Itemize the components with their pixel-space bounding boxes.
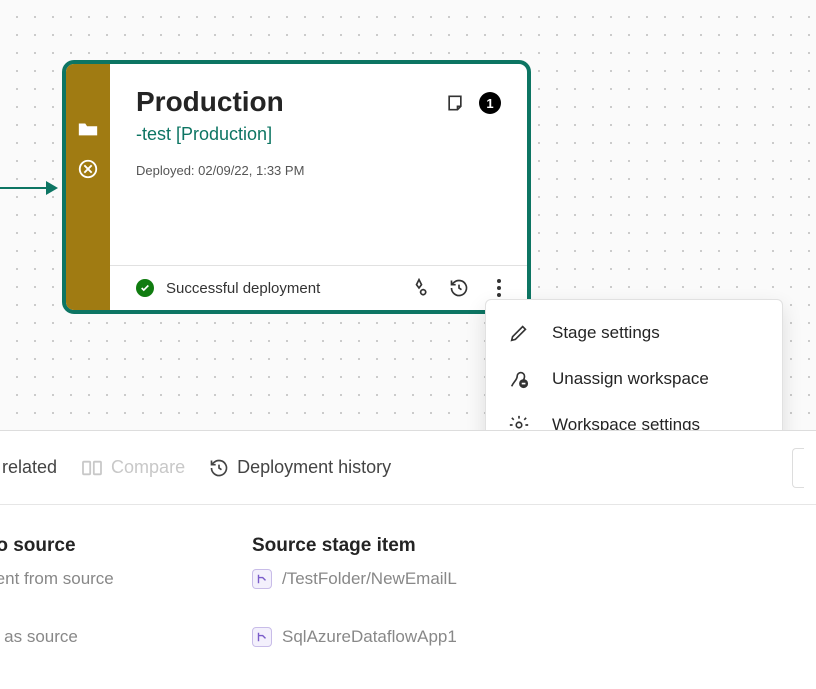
item-count-badge: 1: [479, 92, 501, 114]
unassign-icon: [508, 368, 530, 390]
stage-card-production[interactable]: Production -test [Production] 1 Deployed…: [62, 60, 531, 314]
folder-icon: [77, 118, 99, 140]
menu-unassign-workspace[interactable]: Unassign workspace: [486, 356, 782, 402]
stage-subtitle[interactable]: -test [Production]: [136, 124, 445, 145]
dataflow-icon: [252, 569, 272, 589]
deployed-timestamp: Deployed: 02/09/22, 1:33 PM: [110, 153, 527, 198]
lower-panel: related Compare Deployment history to so…: [0, 430, 816, 689]
toolbar-compare: Compare: [81, 457, 185, 478]
toolbar-deployment-history[interactable]: Deployment history: [209, 457, 391, 478]
toolbar: related Compare Deployment history: [0, 431, 816, 505]
deployment-status-text: Successful deployment: [166, 280, 397, 297]
note-icon[interactable]: [445, 93, 465, 113]
table-row[interactable]: e as source SqlAzureDataflowApp1: [0, 621, 816, 653]
stage-sidebar: [66, 64, 110, 310]
toolbar-right-button[interactable]: [792, 448, 804, 488]
success-icon: [136, 279, 154, 297]
menu-stage-settings[interactable]: Stage settings: [486, 310, 782, 356]
lower-headers: to source Source stage item: [0, 505, 816, 563]
col-header-source: to source: [0, 535, 252, 557]
rules-icon[interactable]: [409, 278, 429, 298]
history-icon[interactable]: [449, 278, 469, 298]
table-row[interactable]: rent from source /TestFolder/NewEmailL: [0, 563, 816, 595]
toolbar-related[interactable]: related: [2, 457, 57, 478]
col-header-source-item: Source stage item: [252, 535, 816, 557]
sync-error-icon: [77, 158, 99, 180]
stage-header: Production -test [Production] 1: [110, 64, 527, 153]
stage-title: Production: [136, 86, 445, 118]
stage-footer: Successful deployment: [110, 265, 527, 310]
stage-main: Production -test [Production] 1 Deployed…: [110, 64, 527, 310]
pencil-icon: [508, 322, 530, 344]
more-options-button[interactable]: [489, 279, 509, 297]
connector-arrow: [0, 187, 56, 189]
dataflow-icon: [252, 627, 272, 647]
